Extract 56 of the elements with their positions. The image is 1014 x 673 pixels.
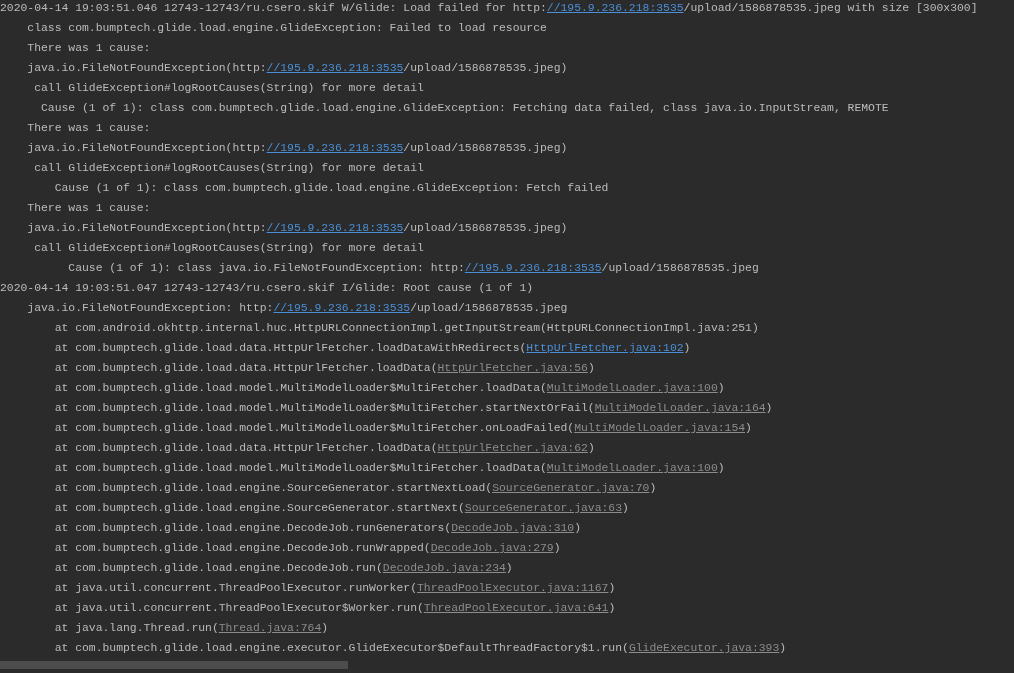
log-line: at com.bumptech.glide.load.data.HttpUrlFetcher.loadData(HttpUrlFetcher.java:56) [53,361,595,376]
source-link[interactable]: GlideExecutor.java:393 [628,642,780,654]
source-link[interactable]: ThreadPoolExecutor.java:641 [423,602,609,614]
log-line: java.io.FileNotFoundException: http://195.9.236.218:3535/upload/1586878535.jpeg [26,301,568,316]
log-line: at com.bumptech.glide.load.engine.DecodeJob.runWrapped(DecodeJob.java:279) [53,541,561,556]
source-link[interactable]: HttpUrlFetcher.java:62 [437,442,588,454]
source-link[interactable]: DecodeJob.java:234 [382,562,506,574]
url-link[interactable]: //195.9.236.218:3535 [266,222,404,234]
log-line: class com.bumptech.glide.load.engine.GlideException: Failed to load resource [26,21,547,36]
log-line: 2020-04-14 19:03:51.046 12743-12743/ru.csero.skif W/Glide: Load failed for http://195.9.236.218:3535/upload/1586878535.jpeg with size [300x300] [0,1,978,16]
log-line: at java.util.concurrent.ThreadPoolExecutor$Worker.run(ThreadPoolExecutor.java:641) [53,601,616,616]
source-link[interactable]: Thread.java:764 [218,622,322,634]
url-link[interactable]: //195.9.236.218:3535 [273,302,411,314]
log-line: at com.bumptech.glide.load.model.MultiModelLoader$MultiFetcher.loadData(MultiModelLoader.java:100) [53,381,725,396]
log-line: at java.lang.Thread.run(Thread.java:764) [53,621,329,636]
log-line: 2020-04-14 19:03:51.047 12743-12743/ru.csero.skif I/Glide: Root cause (1 of 1) [0,281,534,296]
log-line: at com.bumptech.glide.load.model.MultiModelLoader$MultiFetcher.startNextOrFail(MultiModelLoader.java:164) [53,401,773,416]
source-link[interactable]: MultiModelLoader.java:154 [574,422,746,434]
source-link[interactable]: ThreadPoolExecutor.java:1167 [416,582,609,594]
log-line: call GlideException#logRootCauses(String) for more detail [33,81,424,96]
log-line: Cause (1 of 1): class java.io.FileNotFoundException: http://195.9.236.218:3535/upload/1586878535.jpeg [67,261,759,276]
log-line: at com.bumptech.glide.load.engine.DecodeJob.runGenerators(DecodeJob.java:310) [53,521,582,536]
log-line: There was 1 cause: [26,121,151,136]
horizontal-scrollbar[interactable] [0,661,348,669]
log-line: at com.bumptech.glide.load.engine.SourceGenerator.startNext(SourceGenerator.java:63) [53,501,629,516]
log-line: java.io.FileNotFoundException(http://195.9.236.218:3535/upload/1586878535.jpeg) [26,141,568,156]
log-line: call GlideException#logRootCauses(String) for more detail [33,161,424,176]
log-line: java.io.FileNotFoundException(http://195.9.236.218:3535/upload/1586878535.jpeg) [26,61,568,76]
log-line: at java.util.concurrent.ThreadPoolExecutor.runWorker(ThreadPoolExecutor.java:1167) [53,581,616,596]
log-line: There was 1 cause: [26,201,151,216]
source-link[interactable]: SourceGenerator.java:63 [464,502,623,514]
log-line: at com.bumptech.glide.load.model.MultiModelLoader$MultiFetcher.loadData(MultiModelLoader.java:100) [53,461,725,476]
url-link[interactable]: //195.9.236.218:3535 [266,142,404,154]
log-line: There was 1 cause: [26,41,151,56]
log-line: at com.bumptech.glide.load.engine.executor.GlideExecutor$DefaultThreadFactory$1.run(GlideExecutor.java:393) [53,641,787,656]
url-link[interactable]: HttpUrlFetcher.java:102 [526,342,684,354]
log-line: java.io.FileNotFoundException(http://195.9.236.218:3535/upload/1586878535.jpeg) [26,221,568,236]
log-line: at com.bumptech.glide.load.engine.SourceGenerator.startNextLoad(SourceGenerator.java:70) [53,481,657,496]
log-line: Cause (1 of 1): class com.bumptech.glide.load.engine.GlideException: Fetch failed [53,181,609,196]
log-line: at com.bumptech.glide.load.data.HttpUrlFetcher.loadDataWithRedirects(HttpUrlFetcher.java:102) [53,341,691,356]
source-link[interactable]: SourceGenerator.java:70 [492,482,650,494]
log-line: Cause (1 of 1): class com.bumptech.glide.load.engine.GlideException: Fetching data failed, class java.io.InputStream, REMOTE [40,101,889,116]
log-line: call GlideException#logRootCauses(String) for more detail [33,241,424,256]
log-line: at com.bumptech.glide.load.model.MultiModelLoader$MultiFetcher.onLoadFailed(MultiModelLoader.java:154) [53,421,752,436]
log-line: at com.bumptech.glide.load.data.HttpUrlFetcher.loadData(HttpUrlFetcher.java:62) [53,441,595,456]
log-line: at com.bumptech.glide.load.engine.DecodeJob.run(DecodeJob.java:234) [53,561,513,576]
source-link[interactable]: MultiModelLoader.java:100 [546,462,718,474]
log-line: at com.android.okhttp.internal.huc.HttpURLConnectionImpl.getInputStream(HttpURLConnectionImpl.java:251) [53,321,759,336]
source-link[interactable]: MultiModelLoader.java:100 [546,382,718,394]
url-link[interactable]: //195.9.236.218:3535 [546,2,684,14]
url-link[interactable]: //195.9.236.218:3535 [464,262,602,274]
url-link[interactable]: //195.9.236.218:3535 [266,62,404,74]
source-link[interactable]: DecodeJob.java:310 [451,522,575,534]
source-link[interactable]: MultiModelLoader.java:164 [594,402,766,414]
source-link[interactable]: DecodeJob.java:279 [430,542,554,554]
source-link[interactable]: HttpUrlFetcher.java:56 [437,362,588,374]
